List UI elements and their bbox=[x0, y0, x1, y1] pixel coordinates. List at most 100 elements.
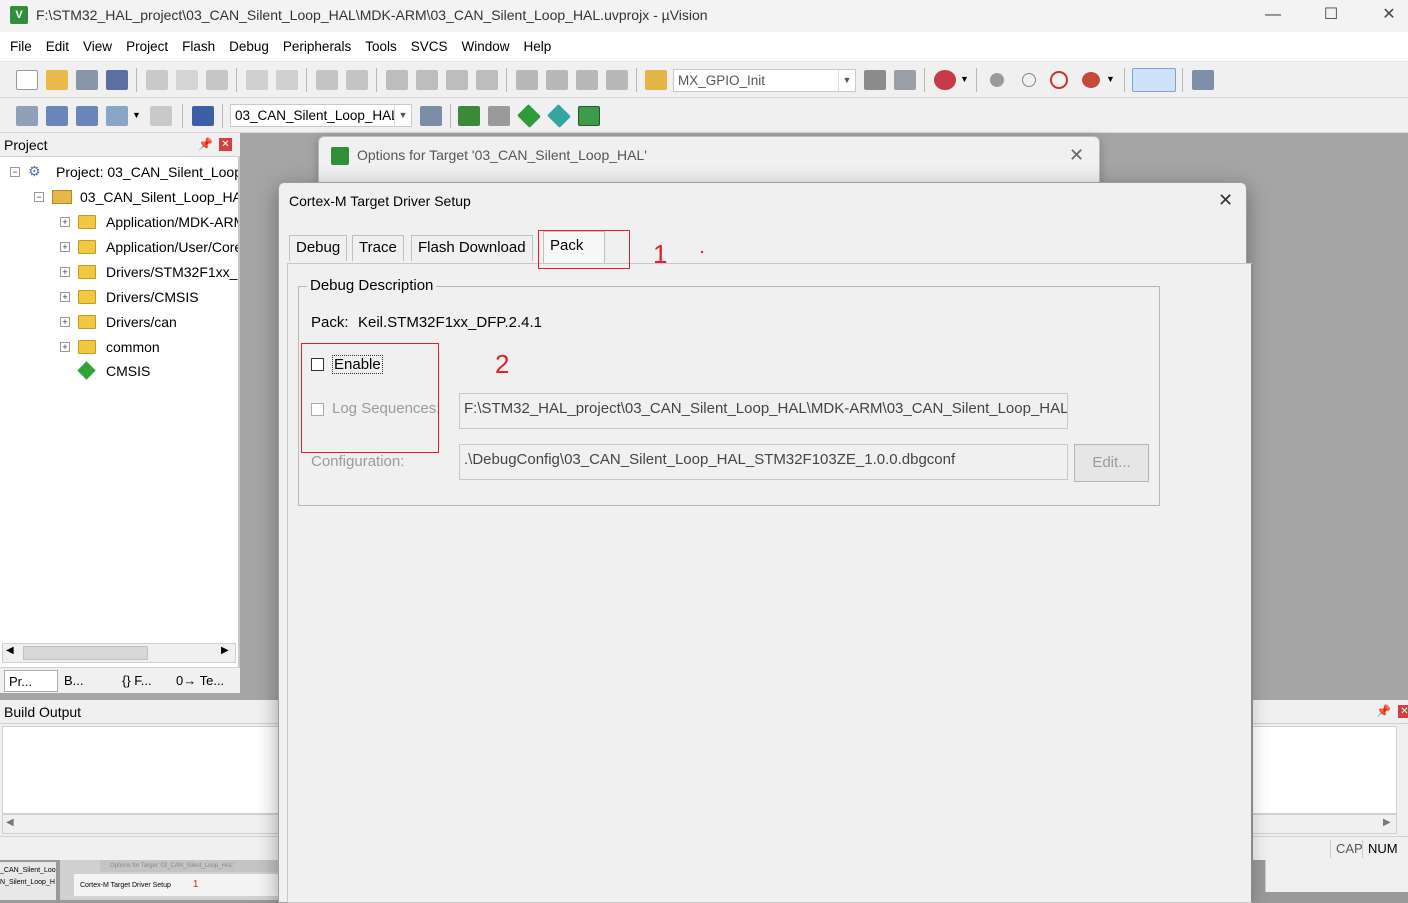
unindent-icon[interactable] bbox=[546, 70, 568, 90]
close-pane-icon[interactable]: ✕ bbox=[219, 138, 232, 151]
uncomment-icon[interactable] bbox=[606, 70, 628, 90]
target-combo[interactable]: 03_CAN_Silent_Loop_HAL ▼ bbox=[230, 104, 412, 127]
expand-icon[interactable]: + bbox=[60, 342, 70, 352]
collapse-icon[interactable]: − bbox=[10, 167, 20, 177]
save-icon[interactable] bbox=[76, 70, 98, 90]
window-layout-icon[interactable] bbox=[1132, 68, 1176, 92]
expand-icon[interactable]: + bbox=[60, 242, 70, 252]
scroll-right-icon[interactable]: ▶ bbox=[1383, 817, 1391, 828]
menu-peripherals[interactable]: Peripherals bbox=[276, 32, 358, 62]
expand-icon[interactable]: + bbox=[60, 267, 70, 277]
undo-icon[interactable] bbox=[246, 70, 268, 90]
tab-debug[interactable]: Debug bbox=[289, 235, 348, 261]
find-icon[interactable] bbox=[864, 70, 886, 90]
save-all-icon[interactable] bbox=[106, 70, 128, 90]
options-for-target-icon[interactable] bbox=[420, 106, 442, 126]
target-icon bbox=[52, 190, 72, 204]
close-pane-icon[interactable]: ✕ bbox=[1398, 705, 1408, 718]
copy-icon[interactable] bbox=[176, 70, 198, 90]
incremental-find-icon[interactable] bbox=[894, 70, 916, 90]
kill-breakpoints-icon[interactable] bbox=[1082, 72, 1100, 88]
function-combo[interactable]: MX_GPIO_Init ▼ bbox=[673, 69, 856, 92]
tree-horizontal-scrollbar[interactable]: ◀ ▶ bbox=[2, 643, 236, 663]
load-flash-icon[interactable] bbox=[192, 106, 214, 126]
tab-project[interactable]: Pr... bbox=[4, 670, 58, 692]
menu-svcs[interactable]: SVCS bbox=[404, 32, 455, 62]
tree-label: 03_CAN_Silent_Loop_HAL bbox=[80, 189, 238, 205]
open-file-icon[interactable] bbox=[46, 70, 68, 90]
scroll-left-icon[interactable]: ◀ bbox=[6, 645, 14, 656]
menu-flash[interactable]: Flash bbox=[175, 32, 222, 62]
tree-label: Application/MDK-ARM bbox=[106, 214, 238, 230]
tab-trace[interactable]: Trace bbox=[352, 235, 404, 261]
tab-templates[interactable]: 0→ Te... bbox=[172, 670, 232, 692]
build-toolbar: ▼ 03_CAN_Silent_Loop_HAL ▼ bbox=[0, 98, 1408, 133]
indent-icon[interactable] bbox=[516, 70, 538, 90]
new-file-icon[interactable] bbox=[16, 70, 38, 90]
menu-project[interactable]: Project bbox=[119, 32, 175, 62]
menu-view[interactable]: View bbox=[76, 32, 119, 62]
build-output-title: Build Output bbox=[4, 704, 82, 720]
menu-edit[interactable]: Edit bbox=[39, 32, 76, 62]
translate-icon[interactable] bbox=[16, 106, 38, 126]
tab-flash-download[interactable]: Flash Download bbox=[411, 235, 533, 261]
menu-window[interactable]: Window bbox=[454, 32, 516, 62]
bookmark-icon[interactable] bbox=[386, 70, 408, 90]
manage-components-icon[interactable] bbox=[458, 106, 480, 126]
chevron-down-icon[interactable]: ▼ bbox=[132, 110, 141, 120]
close-icon[interactable]: ✕ bbox=[1218, 190, 1233, 211]
configuration-path-field[interactable]: .\DebugConfig\03_CAN_Silent_Loop_HAL_STM… bbox=[459, 444, 1068, 480]
navigate-back-icon[interactable] bbox=[316, 70, 338, 90]
preview-thumbnail[interactable]: Options for Target '03_CAN_Silent_Loop_H… bbox=[60, 860, 278, 900]
maximize-button[interactable]: ☐ bbox=[1308, 0, 1354, 32]
redo-icon[interactable] bbox=[276, 70, 298, 90]
disable-all-breakpoints-icon[interactable] bbox=[1050, 71, 1068, 89]
find-in-files-icon[interactable] bbox=[645, 70, 667, 90]
close-window-button[interactable]: ✕ bbox=[1366, 0, 1408, 32]
edit-button[interactable]: Edit... bbox=[1074, 444, 1149, 482]
preview-thumbnail[interactable]: _CAN_Silent_Loo N_Silent_Loop_H bbox=[0, 862, 56, 900]
pin-icon[interactable]: 📌 bbox=[198, 137, 213, 151]
collapse-icon[interactable]: − bbox=[34, 192, 44, 202]
rebuild-icon[interactable] bbox=[76, 106, 98, 126]
pin-icon[interactable]: 📌 bbox=[1376, 704, 1391, 718]
tab-books[interactable]: B... bbox=[60, 670, 116, 692]
log-sequences-path-field[interactable]: F:\STM32_HAL_project\03_CAN_Silent_Loop_… bbox=[459, 393, 1068, 429]
scroll-thumb[interactable] bbox=[23, 646, 148, 660]
disable-breakpoint-icon[interactable] bbox=[1022, 73, 1036, 87]
clear-bookmarks-icon[interactable] bbox=[476, 70, 498, 90]
menu-tools[interactable]: Tools bbox=[358, 32, 404, 62]
options-dialog-title: Options for Target '03_CAN_Silent_Loop_H… bbox=[357, 147, 647, 163]
cut-icon[interactable] bbox=[146, 70, 168, 90]
comment-icon[interactable] bbox=[576, 70, 598, 90]
pack-installer-icon[interactable] bbox=[547, 104, 571, 128]
chevron-down-icon[interactable]: ▼ bbox=[1106, 74, 1115, 84]
menu-file[interactable]: File bbox=[0, 32, 39, 62]
tab-functions[interactable]: {} F... bbox=[118, 670, 170, 692]
paste-icon[interactable] bbox=[206, 70, 228, 90]
configure-icon[interactable] bbox=[1192, 70, 1214, 90]
expand-icon[interactable]: + bbox=[60, 217, 70, 227]
debug-session-icon[interactable] bbox=[934, 70, 956, 90]
expand-icon[interactable]: + bbox=[60, 317, 70, 327]
function-combo-value: MX_GPIO_Init bbox=[678, 73, 766, 88]
expand-icon[interactable]: + bbox=[60, 292, 70, 302]
navigate-forward-icon[interactable] bbox=[346, 70, 368, 90]
preview-thumbnail[interactable] bbox=[1265, 860, 1408, 892]
close-icon[interactable]: ✕ bbox=[1069, 145, 1084, 166]
breakpoint-icon[interactable] bbox=[990, 73, 1004, 87]
batch-build-icon[interactable] bbox=[106, 106, 128, 126]
scroll-right-icon[interactable]: ▶ bbox=[221, 645, 229, 656]
prev-bookmark-icon[interactable] bbox=[416, 70, 438, 90]
minimize-button[interactable]: — bbox=[1250, 0, 1296, 32]
build-icon[interactable] bbox=[46, 106, 68, 126]
menu-debug[interactable]: Debug bbox=[222, 32, 276, 62]
stop-build-icon[interactable] bbox=[150, 106, 172, 126]
next-bookmark-icon[interactable] bbox=[446, 70, 468, 90]
project-manage-icon[interactable] bbox=[578, 106, 600, 126]
select-pack-icon[interactable] bbox=[488, 106, 510, 126]
chevron-down-icon[interactable]: ▼ bbox=[960, 74, 969, 84]
manage-rte-icon[interactable] bbox=[517, 104, 541, 128]
menu-help[interactable]: Help bbox=[517, 32, 559, 62]
scroll-left-icon[interactable]: ◀ bbox=[6, 817, 14, 828]
